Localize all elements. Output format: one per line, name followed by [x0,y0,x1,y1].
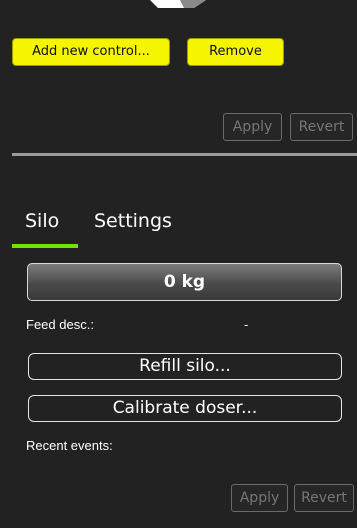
silo-apply-button[interactable]: Apply [231,484,288,512]
tab-settings[interactable]: Settings [94,210,172,232]
silo-revert-button[interactable]: Revert [294,484,354,512]
active-tab-indicator [12,244,78,248]
top-fragment-graphic [150,0,206,8]
silo-weight-value: 0 kg [163,272,206,292]
feed-desc-value: - [244,317,249,332]
feed-desc-label: Feed desc.: [26,317,94,332]
add-new-control-button[interactable]: Add new control... [12,38,170,66]
top-revert-button[interactable]: Revert [290,113,353,141]
remove-button[interactable]: Remove [187,38,284,66]
top-apply-button[interactable]: Apply [223,113,282,141]
refill-silo-button[interactable]: Refill silo... [28,353,342,380]
recent-events-label: Recent events: [26,438,113,453]
tab-silo[interactable]: Silo [25,210,59,232]
calibrate-doser-button[interactable]: Calibrate doser... [28,395,342,422]
section-divider [12,153,357,156]
silo-weight-display: 0 kg [27,263,342,301]
